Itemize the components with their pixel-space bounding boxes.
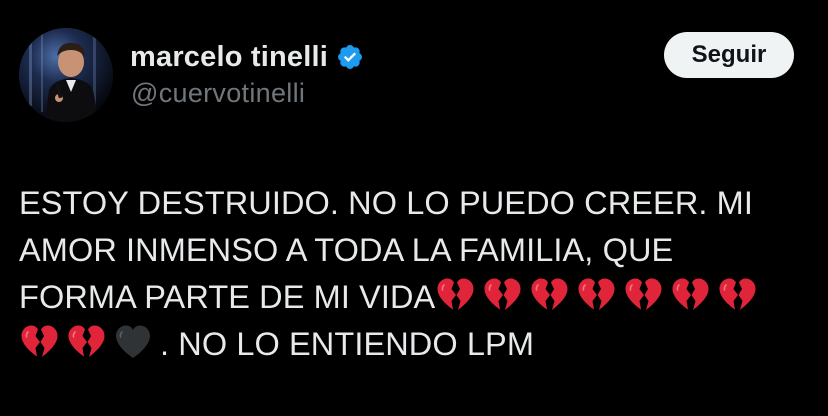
tweet-text-line-4-text: . NO LO ENTIENDO LPM [160,326,535,362]
avatar[interactable] [19,28,113,122]
author-display-name[interactable]: marcelo tinelli [130,41,328,74]
broken-heart-icon [435,276,475,316]
broken-heart-icon [717,276,757,316]
broken-heart-icon [66,323,106,363]
tweet-text-line-2: AMOR INMENSO A TODA LA FAMILIA, QUE [19,232,674,268]
author-handle[interactable]: @cuervotinelli [131,78,305,109]
broken-heart-icon [19,323,59,363]
tweet-text-line-1: ESTOY DESTRUIDO. NO LO PUEDO CREER. MI [19,185,753,221]
broken-heart-icon [623,276,663,316]
follow-button[interactable]: Seguir [664,32,794,78]
tweet-text-line-4: . NO LO ENTIENDO LPM [19,321,809,368]
avatar-photo [19,28,113,122]
broken-heart-icon [482,276,522,316]
tweet-card: marcelo tinelli @cuervotinelli Seguir ES… [0,0,828,416]
tweet-text-line-3-text: FORMA PARTE DE MI VIDA [19,279,436,315]
emoji-row-line-4 [19,323,160,363]
author-row: marcelo tinelli [130,37,364,77]
verified-badge-icon [336,43,364,71]
emoji-row-line-3 [435,276,764,316]
tweet-text-line-3: FORMA PARTE DE MI VIDA [19,274,809,321]
tweet-text: ESTOY DESTRUIDO. NO LO PUEDO CREER. MI A… [19,180,809,368]
broken-heart-icon [529,276,569,316]
broken-heart-icon [670,276,710,316]
black-heart-icon [113,323,153,363]
broken-heart-icon [576,276,616,316]
